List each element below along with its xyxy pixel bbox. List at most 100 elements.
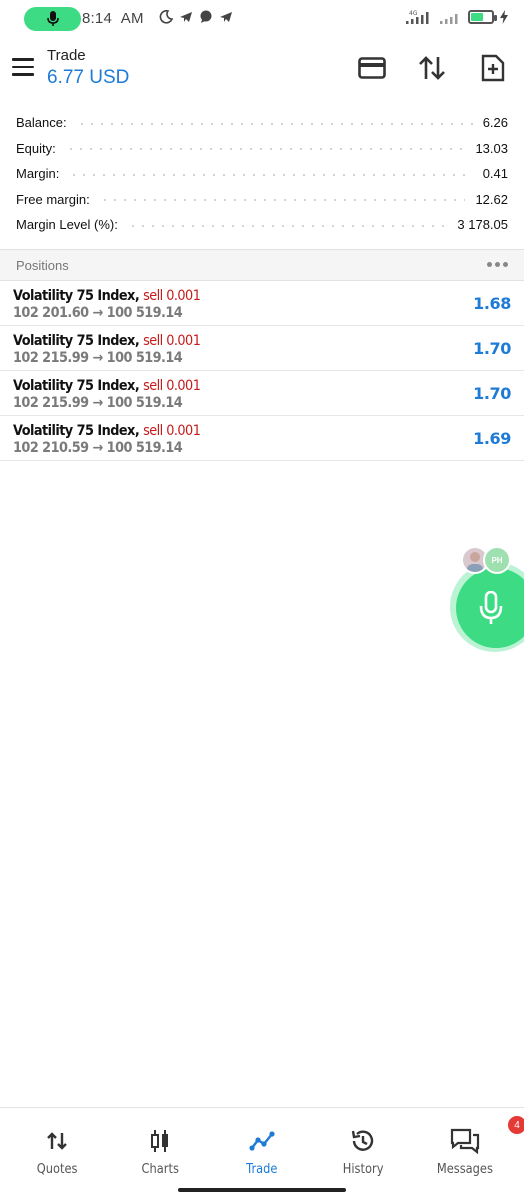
summary-row-margin: Margin: 0.41 [0, 161, 524, 187]
position-title: Volatility 75 Index, sell 0.001 [13, 333, 201, 349]
new-order-icon [481, 54, 505, 82]
open-price: 102 210.59 [13, 440, 89, 456]
nav-trade[interactable]: Trade [210, 1126, 314, 1186]
microphone-icon [479, 591, 503, 624]
summary-value: 6.26 [482, 115, 508, 131]
positions-title: Positions [16, 257, 69, 273]
position-profit: 1.70 [473, 339, 511, 358]
dotted-leader [69, 173, 473, 176]
position-symbol: Volatility 75 Index [13, 423, 135, 439]
credit-card-icon [358, 57, 386, 79]
summary-row-equity: Equity: 13.03 [0, 136, 524, 162]
position-side: sell 0.001 [143, 333, 201, 349]
position-row[interactable]: Volatility 75 Index, sell 0.001 102 201.… [0, 281, 524, 326]
page-title: Trade [47, 47, 86, 64]
summary-label: Margin Level (%): [16, 217, 118, 233]
positions-header: Positions [0, 249, 524, 281]
svg-text:4G: 4G [409, 10, 418, 17]
telegram-icon [220, 12, 232, 22]
home-indicator[interactable] [178, 1188, 346, 1192]
battery-level [471, 13, 483, 21]
open-price: 102 215.99 [13, 350, 89, 366]
summary-value: 12.62 [475, 191, 508, 207]
history-icon [351, 1130, 374, 1151]
position-symbol: Volatility 75 Index [13, 378, 135, 394]
summary-value: 13.03 [475, 140, 508, 156]
sort-icon [419, 56, 445, 80]
position-row[interactable]: Volatility 75 Index, sell 0.001 102 215.… [0, 371, 524, 416]
summary-label: Balance: [16, 115, 67, 131]
dotted-leader [65, 148, 466, 151]
nav-charts[interactable]: Charts [108, 1126, 212, 1186]
signal-icon: 4G [406, 10, 429, 24]
dotted-leader [99, 199, 466, 202]
charging-icon [500, 10, 508, 24]
position-symbol: Volatility 75 Index [13, 333, 135, 349]
position-prices: 102 210.59 → 100 519.14 [13, 440, 183, 456]
messages-icon [450, 1128, 480, 1154]
sort-button[interactable] [416, 52, 448, 84]
status-time: 8:14 AM [82, 10, 144, 27]
summary-row-free-margin: Free margin: 12.62 [0, 187, 524, 213]
menu-icon[interactable] [12, 58, 34, 78]
dotted-leader [127, 224, 448, 227]
nav-history[interactable]: History [311, 1126, 415, 1186]
open-price: 102 201.60 [13, 305, 89, 321]
more-options-icon[interactable] [487, 262, 508, 267]
position-profit: 1.68 [473, 294, 511, 313]
trade-icon [249, 1131, 275, 1151]
avatar: PH [483, 546, 511, 574]
summary-value: 0.41 [482, 166, 508, 182]
nav-messages[interactable]: 4 Messages [413, 1116, 524, 1186]
position-side: sell 0.001 [143, 378, 201, 394]
position-row[interactable]: Volatility 75 Index, sell 0.001 102 210.… [0, 416, 524, 461]
charts-icon [151, 1130, 168, 1152]
nav-label: Quotes [36, 1162, 78, 1177]
summary-label: Margin: [16, 166, 60, 182]
nav-label: Charts [141, 1162, 179, 1177]
position-title: Volatility 75 Index, sell 0.001 [13, 423, 201, 439]
account-balance-display: 6.77 USD [47, 67, 130, 88]
position-prices: 102 215.99 → 100 519.14 [13, 350, 183, 366]
account-summary: Balance: 6.26 Equity: 13.03 Margin: 0.41… [0, 110, 524, 238]
summary-value: 3 178.05 [457, 217, 508, 233]
battery-icon [468, 10, 497, 24]
position-title: Volatility 75 Index, sell 0.001 [13, 288, 201, 304]
system-icons: 4G [404, 9, 508, 25]
summary-label: Equity: [16, 140, 56, 156]
current-price: 100 519.14 [106, 350, 183, 366]
dotted-leader [76, 122, 473, 125]
moon-icon [159, 10, 173, 24]
position-profit: 1.69 [473, 429, 511, 448]
positions-list: Volatility 75 Index, sell 0.001 102 201.… [0, 281, 524, 461]
quotes-icon [47, 1132, 67, 1150]
card-button[interactable] [356, 52, 388, 84]
nav-label: Messages [436, 1162, 494, 1177]
title-block: Trade 6.77 USD [47, 47, 129, 89]
new-order-button[interactable] [477, 52, 509, 84]
position-prices: 102 215.99 → 100 519.14 [13, 395, 183, 411]
position-row[interactable]: Volatility 75 Index, sell 0.001 102 215.… [0, 326, 524, 371]
summary-row-balance: Balance: 6.26 [0, 110, 524, 136]
microphone-icon [46, 11, 59, 26]
unread-badge: 4 [508, 1116, 524, 1134]
position-side: sell 0.001 [143, 423, 201, 439]
nav-quotes[interactable]: Quotes [5, 1126, 109, 1186]
position-symbol: Volatility 75 Index [13, 288, 135, 304]
mic-indicator[interactable] [24, 7, 81, 31]
summary-row-margin-level: Margin Level (%): 3 178.05 [0, 212, 524, 238]
summary-label: Free margin: [16, 191, 90, 207]
current-price: 100 519.14 [106, 395, 183, 411]
position-prices: 102 201.60 → 100 519.14 [13, 305, 183, 321]
status-bar: 8:14 AM 4G [0, 0, 524, 38]
signal-icon [440, 14, 458, 24]
top-app-bar: Trade 6.77 USD [0, 38, 524, 100]
position-title: Volatility 75 Index, sell 0.001 [13, 378, 201, 394]
bottom-navigation: Quotes Charts Trade History 4 Messages [0, 1107, 524, 1200]
nav-label: Trade [246, 1162, 278, 1177]
open-price: 102 215.99 [13, 395, 89, 411]
position-side: sell 0.001 [143, 288, 201, 304]
current-price: 100 519.14 [106, 440, 183, 456]
chat-bubble-icon [200, 10, 212, 23]
voice-chat-bubble[interactable]: PH [450, 546, 524, 652]
